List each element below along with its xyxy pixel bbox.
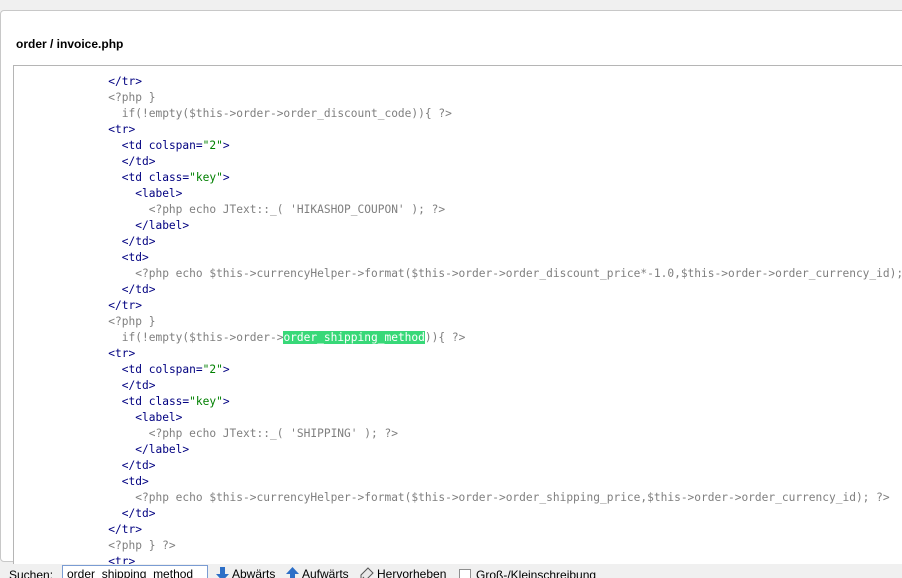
search-match-highlight: order_shipping_method	[283, 331, 425, 344]
code-token: >	[135, 75, 143, 88]
code-line: <td>	[14, 474, 902, 490]
code-line: </td>	[14, 458, 902, 474]
arrow-down-icon	[216, 567, 229, 578]
search-down-button[interactable]: Abwärts	[216, 567, 275, 578]
code-line: </tr>	[14, 74, 902, 90]
code-token: </td>	[121, 155, 156, 168]
code-token: "2"	[202, 363, 223, 376]
code-token: >	[222, 171, 230, 184]
file-title: order / invoice.php	[16, 37, 124, 51]
code-line: </tr>	[14, 298, 902, 314]
code-token: <td	[121, 363, 149, 376]
code-line: <td colspan="2">	[14, 362, 902, 378]
code-token: <?php } ?>	[108, 539, 176, 552]
code-line: <td colspan="2">	[14, 138, 902, 154]
code-line: <td class="key">	[14, 394, 902, 410]
code-token: </td>	[121, 283, 156, 296]
search-bar: Suchen: Abwärts Aufwärts Hervorheben Gro…	[0, 564, 902, 578]
code-token: <?php echo JText::_( 'HIKASHOP_COUPON' )…	[148, 203, 446, 216]
code-token: )){ ?>	[424, 331, 466, 344]
code-content[interactable]: </tr> <?php } if(!empty($this->order->or…	[14, 74, 902, 570]
search-up-button[interactable]: Aufwärts	[286, 567, 349, 578]
code-line: <td>	[14, 250, 902, 266]
code-token: <label>	[135, 187, 183, 200]
code-token: <td>	[121, 475, 149, 488]
search-down-label: Abwärts	[232, 567, 276, 578]
code-token: "2"	[202, 139, 223, 152]
arrow-up-icon	[286, 567, 299, 578]
code-token: =	[195, 139, 203, 152]
code-line: <?php echo JText::_( 'SHIPPING' ); ?>	[14, 426, 902, 442]
code-token: if(!empty($this->order->	[121, 331, 284, 344]
code-token: >	[222, 139, 230, 152]
code-token: colspan	[148, 139, 196, 152]
code-token: "key"	[189, 171, 223, 184]
code-token: <td	[121, 171, 149, 184]
code-token: <?php }	[108, 315, 156, 328]
highlight-label: Hervorheben	[377, 567, 447, 578]
code-line: <?php } ?>	[14, 538, 902, 554]
case-sensitive-option[interactable]: Groß-/Kleinschreibung	[459, 568, 596, 578]
code-line: <?php }	[14, 90, 902, 106]
code-token: <?php echo $this->currencyHelper->format…	[135, 491, 890, 504]
code-token: >	[222, 395, 230, 408]
code-line: </td>	[14, 282, 902, 298]
search-up-label: Aufwärts	[302, 567, 349, 578]
code-token: </td>	[121, 235, 156, 248]
code-token: =	[195, 363, 203, 376]
code-token: class	[148, 171, 183, 184]
code-token: </td>	[121, 379, 156, 392]
code-token: </	[108, 75, 122, 88]
highlight-button[interactable]: Hervorheben	[360, 567, 446, 578]
code-line: </tr>	[14, 522, 902, 538]
code-token: colspan	[148, 363, 196, 376]
code-token: <label>	[135, 411, 183, 424]
code-token: class	[148, 395, 183, 408]
highlighter-icon	[360, 567, 374, 578]
code-line: </td>	[14, 506, 902, 522]
code-token: <td	[121, 395, 149, 408]
code-editor[interactable]: </tr> <?php } if(!empty($this->order->or…	[13, 65, 902, 571]
code-token: </label>	[135, 443, 190, 456]
code-token: </label>	[135, 219, 190, 232]
code-line: </td>	[14, 154, 902, 170]
code-line: </label>	[14, 218, 902, 234]
code-line: <td class="key">	[14, 170, 902, 186]
code-token: </td>	[121, 507, 156, 520]
code-line: <?php echo JText::_( 'HIKASHOP_COUPON' )…	[14, 202, 902, 218]
code-line: </td>	[14, 234, 902, 250]
case-sensitive-label: Groß-/Kleinschreibung	[476, 568, 597, 578]
case-sensitive-checkbox[interactable]	[459, 569, 471, 578]
code-token: </tr>	[108, 523, 142, 536]
code-line: <?php echo $this->currencyHelper->format…	[14, 490, 902, 506]
code-line: </td>	[14, 378, 902, 394]
code-token: <?php echo $this->currencyHelper->format…	[135, 267, 902, 280]
code-token: <td>	[121, 251, 149, 264]
code-line: <tr>	[14, 122, 902, 138]
code-line: <tr>	[14, 346, 902, 362]
code-line: <?php }	[14, 314, 902, 330]
code-line: </label>	[14, 442, 902, 458]
code-token: tr	[121, 75, 136, 88]
code-line: <label>	[14, 410, 902, 426]
search-input[interactable]	[62, 565, 208, 578]
code-line: if(!empty($this->order->order_shipping_m…	[14, 330, 902, 346]
code-token: <?php }	[108, 91, 156, 104]
code-token: </td>	[121, 459, 156, 472]
code-token: </tr>	[108, 299, 142, 312]
code-token: if(!empty($this->order->order_discount_c…	[121, 107, 452, 120]
code-line: <?php echo $this->currencyHelper->format…	[14, 266, 902, 282]
code-token: >	[222, 363, 230, 376]
code-token: <tr>	[108, 347, 136, 360]
code-token: <?php echo JText::_( 'SHIPPING' ); ?>	[148, 427, 398, 440]
code-token: "key"	[189, 395, 223, 408]
code-line: if(!empty($this->order->order_discount_c…	[14, 106, 902, 122]
search-label: Suchen:	[9, 568, 54, 578]
code-line: <label>	[14, 186, 902, 202]
code-token: <tr>	[108, 123, 136, 136]
code-token: <td	[121, 139, 149, 152]
editor-panel: order / invoice.php </tr> <?php } if(!em…	[0, 10, 902, 571]
